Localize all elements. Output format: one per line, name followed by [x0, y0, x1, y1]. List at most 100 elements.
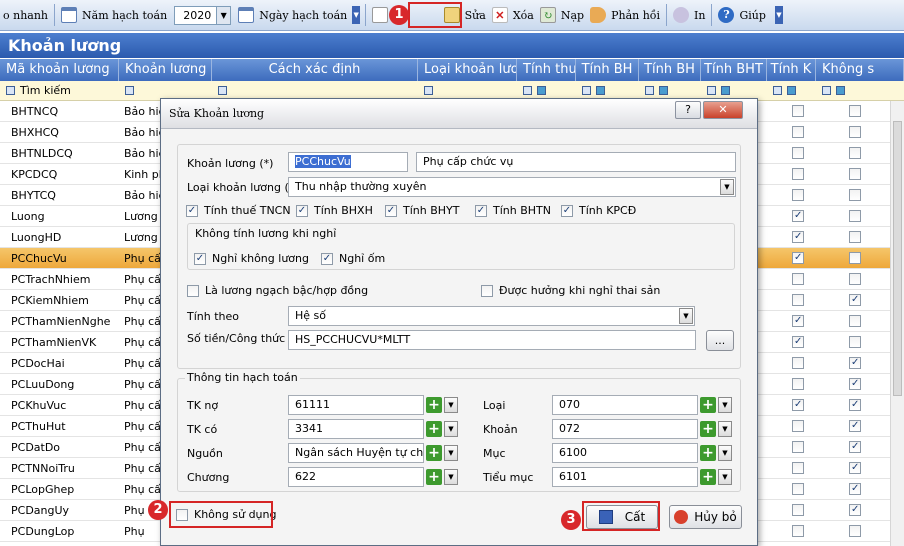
tax-option-checkbox[interactable]: ✓ Tính BHXH [296, 204, 373, 217]
col-header-k[interactable]: Tính K [767, 59, 816, 81]
row-khong-su-dung-checkbox[interactable]: ✓ [849, 504, 861, 516]
row-tinh-k-checkbox[interactable] [792, 525, 804, 537]
row-tinh-k-checkbox[interactable] [792, 504, 804, 516]
row-tinh-k-checkbox[interactable] [792, 483, 804, 495]
filter-inactive[interactable] [816, 81, 904, 101]
col-header-name[interactable]: Khoản lương [119, 59, 212, 81]
accounting-field-select[interactable]: 61111 [288, 395, 424, 415]
chevron-down-icon[interactable]: ▼ [216, 6, 231, 24]
year-select[interactable]: 2020 ▼ [174, 5, 232, 25]
tax-option-checkbox[interactable]: ✓ Tính thuế TNCN [186, 204, 291, 217]
row-khong-su-dung-checkbox[interactable] [849, 105, 861, 117]
col-header-bh2[interactable]: Tính BH [639, 59, 701, 81]
row-khong-su-dung-checkbox[interactable] [849, 126, 861, 138]
khoan-luong-code-input[interactable]: PCChucVu [288, 152, 408, 172]
accounting-field-select[interactable]: 6100 [552, 443, 698, 463]
print-button[interactable]: In [670, 3, 708, 27]
plus-icon[interactable]: + [426, 445, 442, 461]
row-tinh-k-checkbox[interactable] [792, 462, 804, 474]
row-khong-su-dung-checkbox[interactable] [849, 189, 861, 201]
row-khong-su-dung-checkbox[interactable]: ✓ [849, 462, 861, 474]
row-tinh-k-checkbox[interactable]: ✓ [792, 336, 804, 348]
formula-browse-button[interactable]: ... [706, 330, 734, 351]
accounting-field-select[interactable]: 070 [552, 395, 698, 415]
row-khong-su-dung-checkbox[interactable]: ✓ [849, 420, 861, 432]
accounting-field-select[interactable]: 072 [552, 419, 698, 439]
dialog-help-button[interactable]: ? [675, 101, 701, 119]
row-tinh-k-checkbox[interactable] [792, 294, 804, 306]
row-khong-su-dung-checkbox[interactable]: ✓ [849, 483, 861, 495]
help-button[interactable]: ? Giúp [715, 3, 768, 27]
plus-icon[interactable]: + [426, 421, 442, 437]
row-tinh-k-checkbox[interactable] [792, 273, 804, 285]
chevron-down-icon[interactable]: ▼ [679, 308, 693, 324]
leave-option-checkbox[interactable]: ✓ Nghỉ không lương [194, 252, 309, 265]
row-khong-su-dung-checkbox[interactable]: ✓ [849, 357, 861, 369]
plus-icon[interactable]: + [700, 421, 716, 437]
row-khong-su-dung-checkbox[interactable] [849, 525, 861, 537]
thai-san-checkbox[interactable]: Được hưởng khi nghỉ thai sản [481, 284, 660, 297]
thai-san-box[interactable] [481, 284, 493, 297]
tax-option-box[interactable]: ✓ [296, 204, 308, 217]
row-tinh-k-checkbox[interactable] [792, 378, 804, 390]
col-header-formula[interactable]: Cách xác định [212, 59, 418, 81]
filter-k[interactable] [767, 81, 816, 101]
row-tinh-k-checkbox[interactable] [792, 441, 804, 453]
chevron-down-icon[interactable]: ▼ [444, 397, 458, 413]
quick-search-button[interactable]: o nhanh [0, 3, 51, 27]
accounting-field-select[interactable]: 6101 [552, 467, 698, 487]
ngach-bac-checkbox[interactable]: Là lương ngạch bậc/hợp đồng [187, 284, 368, 297]
row-khong-su-dung-checkbox[interactable] [849, 315, 861, 327]
plus-icon[interactable]: + [700, 397, 716, 413]
row-tinh-k-checkbox[interactable] [792, 147, 804, 159]
row-khong-su-dung-checkbox[interactable] [849, 336, 861, 348]
chevron-down-icon[interactable]: ▼ [718, 397, 732, 413]
date-button[interactable]: Ngày hạch toán [235, 3, 350, 27]
row-tinh-k-checkbox[interactable] [792, 189, 804, 201]
filter-code[interactable]: Tìm kiếm [0, 81, 119, 101]
row-khong-su-dung-checkbox[interactable] [849, 147, 861, 159]
row-tinh-k-checkbox[interactable] [792, 126, 804, 138]
plus-icon[interactable]: + [700, 469, 716, 485]
tax-option-checkbox[interactable]: ✓ Tính KPCĐ [561, 204, 636, 217]
tax-option-box[interactable]: ✓ [475, 204, 487, 217]
row-khong-su-dung-checkbox[interactable]: ✓ [849, 399, 861, 411]
leave-option-checkbox[interactable]: ✓ Nghỉ ốm [321, 252, 385, 265]
cancel-button[interactable]: Hủy bỏ [669, 505, 742, 529]
col-header-tax[interactable]: Tính thu [517, 59, 576, 81]
row-tinh-k-checkbox[interactable] [792, 105, 804, 117]
loai-khoan-luong-select[interactable]: Thu nhập thường xuyên ▼ [288, 177, 736, 197]
col-header-bh1[interactable]: Tính BH [576, 59, 639, 81]
tax-option-box[interactable]: ✓ [561, 204, 573, 217]
row-tinh-k-checkbox[interactable]: ✓ [792, 231, 804, 243]
chevron-down-icon[interactable]: ▼ [718, 445, 732, 461]
tax-option-box[interactable]: ✓ [186, 204, 198, 217]
row-tinh-k-checkbox[interactable]: ✓ [792, 399, 804, 411]
row-khong-su-dung-checkbox[interactable]: ✓ [849, 294, 861, 306]
chevron-down-icon[interactable]: ▼ [718, 469, 732, 485]
so-tien-input[interactable]: HS_PCCHUCVU*MLTT [288, 330, 696, 350]
row-khong-su-dung-checkbox[interactable]: ✓ [849, 441, 861, 453]
delete-button[interactable]: ✕ Xóa [489, 3, 537, 27]
leave-option-box[interactable]: ✓ [321, 252, 333, 265]
chevron-down-icon[interactable]: ▼ [718, 421, 732, 437]
chevron-down-icon[interactable]: ▼ [444, 445, 458, 461]
tax-option-checkbox[interactable]: ✓ Tính BHTN [475, 204, 551, 217]
row-tinh-k-checkbox[interactable] [792, 420, 804, 432]
grid-scrollbar[interactable] [890, 101, 904, 546]
ngach-bac-box[interactable] [187, 284, 199, 297]
accounting-field-select[interactable]: 622 [288, 467, 424, 487]
row-khong-su-dung-checkbox[interactable] [849, 168, 861, 180]
khoan-luong-name-input[interactable]: Phụ cấp chức vụ [416, 152, 736, 172]
feedback-button[interactable]: Phản hồi [587, 3, 663, 27]
row-tinh-k-checkbox[interactable]: ✓ [792, 315, 804, 327]
row-khong-su-dung-checkbox[interactable] [849, 231, 861, 243]
dialog-close-button[interactable]: ✕ [703, 101, 743, 119]
accounting-field-select[interactable]: 3341 [288, 419, 424, 439]
plus-icon[interactable]: + [426, 469, 442, 485]
tax-option-box[interactable]: ✓ [385, 204, 397, 217]
leave-option-box[interactable]: ✓ [194, 252, 206, 265]
chevron-down-icon[interactable]: ▼ [720, 179, 734, 195]
chevron-down-icon[interactable]: ▼ [444, 421, 458, 437]
col-header-inactive[interactable]: Không s [816, 59, 904, 81]
